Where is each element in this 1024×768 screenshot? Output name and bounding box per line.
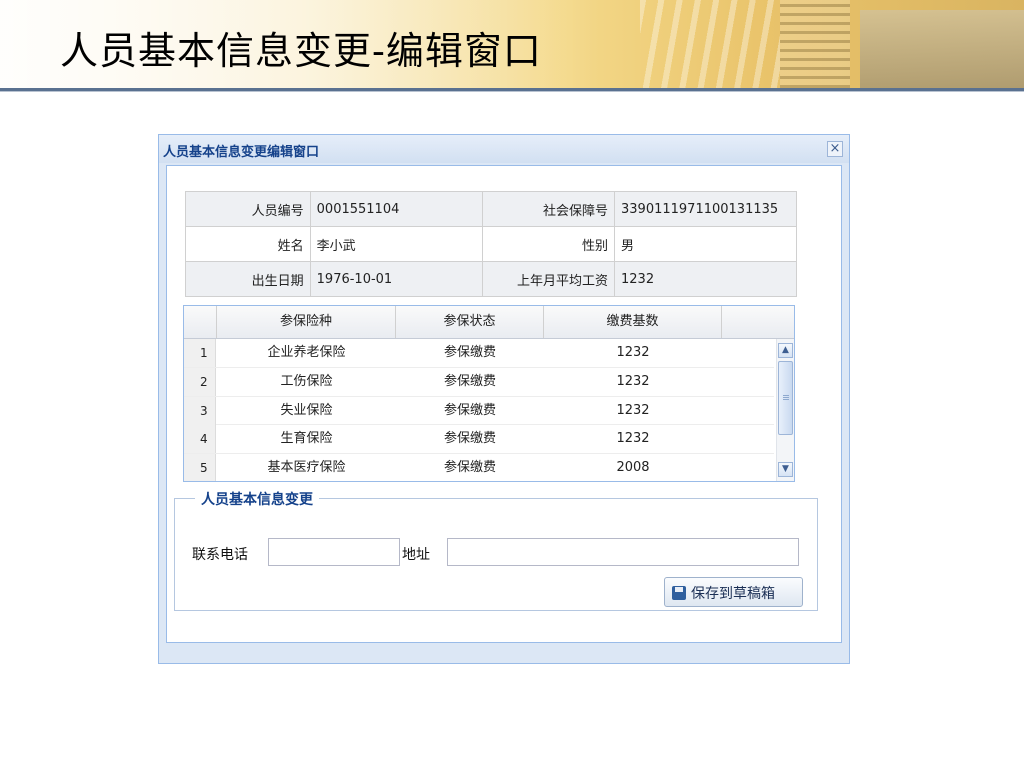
grid-header-rownum bbox=[184, 306, 217, 338]
insurance-type-cell: 生育保险 bbox=[280, 431, 333, 447]
status-cell: 参保缴费 bbox=[443, 345, 496, 360]
save-icon bbox=[672, 586, 686, 600]
grid-header: 参保险种 参保状态 缴费基数 bbox=[184, 306, 794, 339]
table-row[interactable]: 5 基本医疗保险 参保缴费 2008 bbox=[184, 454, 774, 481]
name-value: 李小武 bbox=[309, 226, 484, 262]
address-input[interactable] bbox=[447, 538, 799, 566]
address-label: 地址 bbox=[402, 547, 430, 563]
base-cell: 1232 bbox=[616, 373, 650, 389]
save-draft-button[interactable]: 保存到草稿箱 bbox=[664, 577, 803, 607]
info-row: 出生日期 1976-10-01 上年月平均工资 1232 bbox=[185, 261, 797, 297]
base-cell: 1232 bbox=[616, 402, 650, 418]
name-label: 姓名 bbox=[185, 226, 311, 262]
dialog-title: 人员基本信息变更编辑窗口 bbox=[163, 145, 320, 160]
phone-label: 联系电话 bbox=[192, 547, 248, 563]
dialog-body: 人员编号 0001551104 社会保障号 339011197110013113… bbox=[166, 165, 842, 643]
grid-header-insurance-type[interactable]: 参保险种 bbox=[217, 306, 396, 338]
table-row[interactable]: 2 工伤保险 参保缴费 1232 bbox=[184, 367, 774, 397]
edit-dialog: 人员基本信息变更编辑窗口 × 人员编号 0001551104 社会保障号 339… bbox=[158, 134, 850, 664]
base-cell: 1232 bbox=[616, 431, 650, 447]
change-fieldset: 人员基本信息变更 联系电话 地址 保存到草稿箱 bbox=[174, 489, 818, 611]
base-cell: 1232 bbox=[616, 345, 650, 360]
insurance-type-cell: 失业保险 bbox=[280, 402, 333, 418]
insurance-grid: 参保险种 参保状态 缴费基数 1 企业养老保险 参保缴费 1232 2 工伤保险… bbox=[183, 305, 795, 482]
banner-decoration bbox=[640, 0, 780, 88]
banner-divider bbox=[0, 91, 1024, 92]
grid-scrollbar[interactable]: ▲ ▼ bbox=[776, 339, 794, 481]
row-number: 4 bbox=[184, 425, 216, 454]
base-cell: 2008 bbox=[616, 460, 650, 476]
row-number: 3 bbox=[184, 396, 216, 425]
row-number: 1 bbox=[184, 339, 216, 367]
info-row: 姓名 李小武 性别 男 bbox=[185, 226, 797, 262]
info-row: 人员编号 0001551104 社会保障号 339011197110013113… bbox=[185, 191, 797, 227]
insurance-type-cell: 工伤保险 bbox=[280, 373, 333, 389]
status-cell: 参保缴费 bbox=[443, 402, 496, 418]
social-security-value: 3390111971100131135 bbox=[614, 191, 797, 227]
banner-photo bbox=[860, 10, 1024, 88]
chevron-down-icon[interactable]: ▼ bbox=[778, 462, 793, 477]
slide-header-banner: 人员基本信息变更-编辑窗口 bbox=[0, 0, 1024, 88]
birth-date-value: 1976-10-01 bbox=[309, 261, 484, 297]
grid-header-base[interactable]: 缴费基数 bbox=[544, 306, 722, 338]
dialog-header[interactable]: 人员基本信息变更编辑窗口 × bbox=[159, 135, 849, 163]
row-number: 5 bbox=[184, 454, 216, 481]
close-icon[interactable]: × bbox=[827, 141, 843, 157]
save-draft-label: 保存到草稿箱 bbox=[691, 586, 775, 602]
fieldset-legend: 人员基本信息变更 bbox=[195, 489, 319, 509]
person-info-table: 人员编号 0001551104 社会保障号 339011197110013113… bbox=[185, 191, 797, 297]
gender-value: 男 bbox=[614, 226, 797, 262]
chevron-up-icon[interactable]: ▲ bbox=[778, 343, 793, 358]
grid-rows: 1 企业养老保险 参保缴费 1232 2 工伤保险 参保缴费 1232 3 失业… bbox=[184, 339, 774, 481]
social-security-label: 社会保障号 bbox=[482, 191, 616, 227]
gender-label: 性别 bbox=[482, 226, 616, 262]
grid-header-extra bbox=[722, 306, 794, 338]
slide-title: 人员基本信息变更-编辑窗口 bbox=[60, 29, 542, 73]
person-id-value: 0001551104 bbox=[309, 191, 484, 227]
table-row[interactable]: 3 失业保险 参保缴费 1232 bbox=[184, 396, 774, 426]
avg-salary-label: 上年月平均工资 bbox=[482, 261, 616, 297]
birth-date-label: 出生日期 bbox=[185, 261, 311, 297]
row-number: 2 bbox=[184, 367, 216, 396]
scrollbar-thumb[interactable] bbox=[778, 361, 793, 435]
table-row[interactable]: 1 企业养老保险 参保缴费 1232 bbox=[184, 339, 774, 368]
person-id-label: 人员编号 bbox=[185, 191, 311, 227]
insurance-type-cell: 企业养老保险 bbox=[267, 345, 346, 360]
status-cell: 参保缴费 bbox=[443, 373, 496, 389]
status-cell: 参保缴费 bbox=[443, 431, 496, 447]
grid-header-status[interactable]: 参保状态 bbox=[396, 306, 544, 338]
grip-icon bbox=[783, 395, 789, 401]
avg-salary-value: 1232 bbox=[614, 261, 797, 297]
status-cell: 参保缴费 bbox=[443, 460, 496, 476]
phone-input[interactable] bbox=[268, 538, 400, 566]
table-row[interactable]: 4 生育保险 参保缴费 1232 bbox=[184, 425, 774, 455]
insurance-type-cell: 基本医疗保险 bbox=[267, 460, 346, 476]
banner-decoration bbox=[780, 0, 850, 88]
